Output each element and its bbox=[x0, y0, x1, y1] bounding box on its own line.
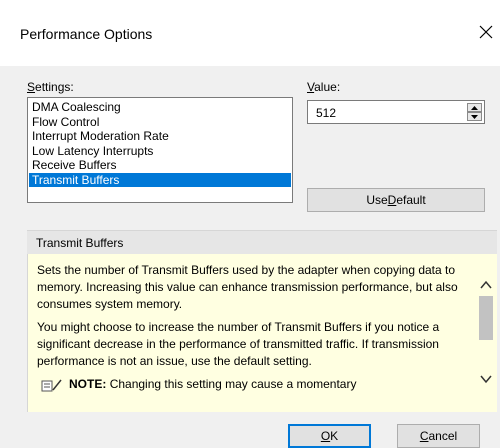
arrow-down-icon bbox=[471, 114, 478, 119]
ok-button[interactable]: OK bbox=[288, 424, 371, 448]
cancel-button[interactable]: Cancel bbox=[397, 424, 480, 448]
close-icon bbox=[479, 25, 493, 39]
title-bar: Performance Options bbox=[0, 0, 500, 66]
description-scrollbar[interactable] bbox=[475, 254, 497, 412]
close-button[interactable] bbox=[472, 18, 500, 46]
description-header: Transmit Buffers bbox=[27, 230, 497, 254]
scroll-up-icon[interactable] bbox=[479, 278, 493, 292]
ok-text-end: K bbox=[330, 429, 339, 443]
settings-list-item[interactable]: DMA Coalescing bbox=[29, 100, 291, 115]
settings-list-item[interactable]: Transmit Buffers bbox=[29, 172, 291, 187]
value-input[interactable]: 512 bbox=[316, 106, 336, 120]
note-text: NOTE: Changing this setting may cause a … bbox=[69, 376, 356, 393]
description-panel: Sets the number of Transmit Buffers used… bbox=[27, 254, 497, 412]
value-spinbox[interactable]: 512 bbox=[307, 100, 485, 124]
value-label-rest: alue: bbox=[314, 80, 341, 94]
settings-label-rest: ettings: bbox=[35, 80, 74, 94]
use-default-button[interactable]: Use Default bbox=[307, 188, 485, 212]
spin-down-button[interactable] bbox=[467, 112, 482, 121]
note-icon bbox=[41, 379, 62, 391]
settings-label: Settings: bbox=[27, 80, 74, 94]
cancel-mnemonic: C bbox=[419, 429, 429, 443]
note-row: NOTE: Changing this setting may cause a … bbox=[41, 376, 477, 393]
settings-list-item[interactable]: Interrupt Moderation Rate bbox=[29, 129, 291, 144]
arrow-up-icon bbox=[471, 105, 478, 110]
description-paragraph-1: Sets the number of Transmit Buffers used… bbox=[37, 263, 458, 311]
settings-label-mnemonic: S bbox=[27, 80, 36, 94]
note-label: NOTE: bbox=[69, 377, 107, 391]
description-paragraph-2: You might choose to increase the number … bbox=[37, 320, 440, 368]
performance-options-dialog: Performance Options Settings: DMA Coales… bbox=[0, 0, 500, 448]
use-default-text-end: efault bbox=[396, 193, 426, 207]
ok-mnemonic: O bbox=[320, 429, 331, 443]
use-default-mnemonic: D bbox=[387, 193, 397, 207]
description-title: Transmit Buffers bbox=[36, 236, 124, 250]
settings-list-item[interactable]: Receive Buffers bbox=[29, 158, 291, 173]
note-body: Changing this setting may cause a moment… bbox=[109, 377, 357, 391]
scroll-down-icon[interactable] bbox=[479, 372, 493, 386]
settings-list-item[interactable]: Flow Control bbox=[29, 115, 291, 130]
use-default-text-start: Use bbox=[366, 193, 388, 207]
value-label: Value: bbox=[307, 80, 340, 94]
cancel-text-end: ancel bbox=[428, 429, 458, 443]
settings-listbox[interactable]: DMA Coalescing Flow Control Interrupt Mode… bbox=[27, 97, 293, 203]
scroll-thumb[interactable] bbox=[479, 296, 493, 340]
window-title: Performance Options bbox=[20, 26, 153, 42]
spin-up-button[interactable] bbox=[467, 103, 482, 112]
description-text: Sets the number of Transmit Buffers used… bbox=[37, 262, 477, 393]
spin-buttons bbox=[467, 103, 482, 121]
settings-list-item[interactable]: Low Latency Interrupts bbox=[29, 144, 291, 159]
